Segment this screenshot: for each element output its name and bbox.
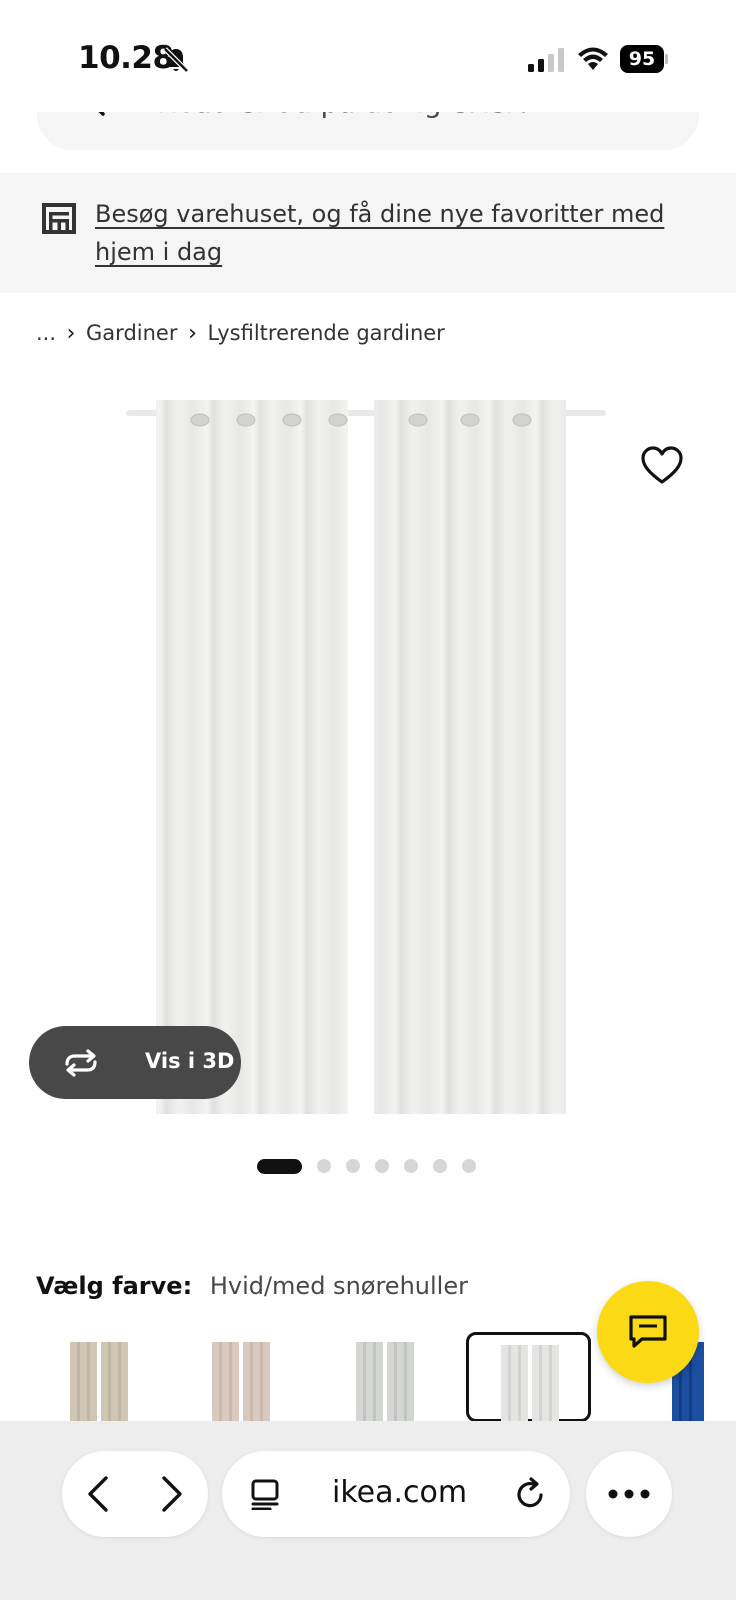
selected-color-value: Hvid/med snørehuller bbox=[209, 1272, 468, 1300]
store-visit-banner: Besøg varehuset, og få dine nye favoritt… bbox=[0, 173, 736, 293]
browser-toolbar: ikea.com bbox=[0, 1421, 736, 1600]
status-bar: 10.28 95 bbox=[0, 0, 736, 112]
carousel-dot-2[interactable] bbox=[317, 1159, 331, 1173]
more-dots-icon bbox=[608, 1489, 650, 1499]
carousel-dot-5[interactable] bbox=[404, 1159, 418, 1173]
battery-tip bbox=[665, 54, 668, 64]
chat-bubble-icon bbox=[629, 1315, 667, 1348]
color-swatch-grey[interactable] bbox=[324, 1332, 449, 1422]
carousel-dot-7[interactable] bbox=[462, 1159, 476, 1173]
address-bar[interactable]: ikea.com bbox=[222, 1451, 570, 1537]
carousel-indicator bbox=[257, 1158, 491, 1174]
swatch-curtain-image bbox=[212, 1342, 270, 1422]
color-swatch-white-selected[interactable] bbox=[466, 1332, 591, 1425]
breadcrumb: ... › Gardiner › Lysfiltrerende gardiner bbox=[36, 318, 445, 348]
cellular-signal-icon bbox=[528, 48, 564, 72]
color-swatch-beige[interactable] bbox=[38, 1332, 163, 1422]
swatch-curtain-image bbox=[70, 1342, 128, 1422]
url-text: ikea.com bbox=[332, 1475, 468, 1510]
rotate-3d-icon bbox=[65, 1049, 97, 1077]
wifi-icon bbox=[578, 47, 608, 70]
product-image-carousel[interactable] bbox=[0, 370, 736, 1130]
carousel-dot-3[interactable] bbox=[346, 1159, 360, 1173]
reader-mode-icon[interactable] bbox=[250, 1478, 282, 1510]
browser-nav-group bbox=[62, 1451, 208, 1537]
chat-button[interactable] bbox=[597, 1281, 699, 1383]
back-arrow-icon[interactable] bbox=[78, 1472, 122, 1516]
swatch-curtain-image bbox=[501, 1345, 559, 1425]
forward-arrow-icon[interactable] bbox=[148, 1472, 192, 1516]
store-visit-link[interactable]: Besøg varehuset, og få dine nye favoritt… bbox=[95, 195, 695, 271]
view-in-3d-label: Vis i 3D bbox=[145, 1049, 235, 1073]
battery-icon: 95 bbox=[620, 45, 668, 73]
breadcrumb-ellipsis[interactable]: ... bbox=[36, 321, 56, 345]
carousel-dot-4[interactable] bbox=[375, 1159, 389, 1173]
reload-icon[interactable] bbox=[514, 1477, 548, 1511]
color-selector-label: Vælg farve: Hvid/med snørehuller bbox=[36, 1272, 468, 1300]
color-swatch-pink[interactable] bbox=[180, 1332, 305, 1422]
view-in-3d-button[interactable]: Vis i 3D bbox=[29, 1026, 241, 1099]
swatch-curtain-image bbox=[356, 1342, 414, 1422]
store-icon bbox=[42, 203, 76, 234]
carousel-dot-1[interactable] bbox=[257, 1158, 302, 1174]
chevron-right-icon: › bbox=[66, 320, 76, 346]
chevron-right-icon: › bbox=[188, 320, 197, 346]
product-image-curtains bbox=[126, 400, 606, 1114]
status-time: 10.28 bbox=[78, 40, 174, 76]
favorite-heart-icon[interactable] bbox=[640, 446, 684, 486]
more-options-button[interactable] bbox=[586, 1451, 672, 1537]
breadcrumb-item-gardiner[interactable]: Gardiner bbox=[86, 321, 177, 345]
battery-level: 95 bbox=[620, 45, 664, 73]
breadcrumb-item-lysfiltrerende-gardiner[interactable]: Lysfiltrerende gardiner bbox=[207, 321, 444, 345]
carousel-dot-6[interactable] bbox=[433, 1159, 447, 1173]
color-label-key: Vælg farve: bbox=[36, 1272, 193, 1300]
bell-off-icon bbox=[163, 47, 189, 73]
